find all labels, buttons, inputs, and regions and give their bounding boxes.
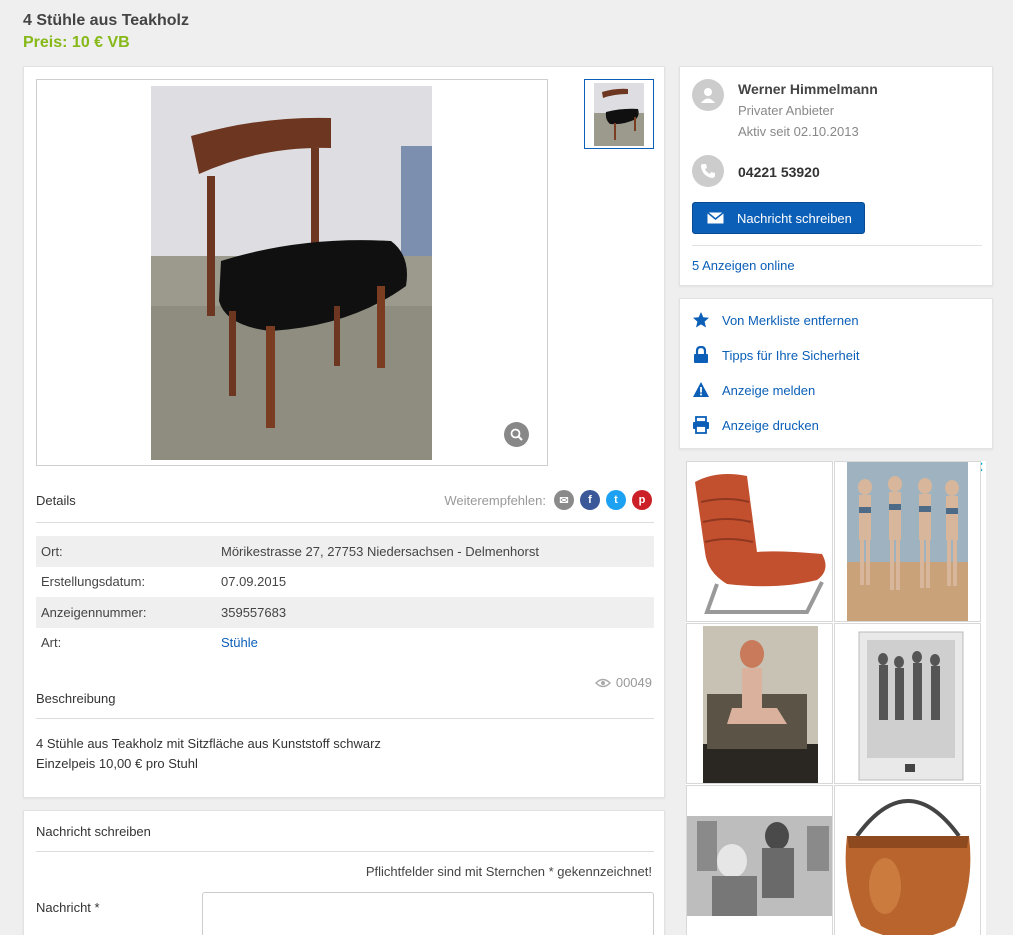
details-table: Ort: Mörikestrasse 27, 27753 Niedersachs… (36, 536, 654, 658)
divider (692, 245, 982, 246)
category-link[interactable]: Stühle (221, 635, 258, 650)
view-counter: 00049 (594, 675, 652, 690)
ad-tile-painting-figures[interactable] (834, 461, 981, 622)
facebook-icon[interactable]: f (580, 490, 600, 510)
twitter-icon[interactable]: t (606, 490, 626, 510)
detail-key: Anzeigennummer: (41, 604, 147, 620)
message-form-card: Nachricht schreiben Pflichtfelder sind m… (23, 810, 665, 935)
seller-active-since: Aktiv seit 02.10.2013 (738, 124, 859, 139)
action-remove-watchlist[interactable]: Von Merkliste entfernen (692, 311, 859, 329)
view-count: 00049 (615, 675, 652, 690)
detail-value: 359557683 (221, 604, 287, 620)
avatar-icon (692, 79, 724, 111)
ad-tile-copper-kettle[interactable] (834, 785, 981, 935)
share-bar: Weiterempfehlen: ✉ f t p (444, 490, 652, 510)
detail-row-location: Ort: Mörikestrasse 27, 27753 Niedersachs… (36, 536, 654, 567)
detail-key: Art: (41, 635, 62, 651)
image-thumbnail[interactable] (584, 79, 654, 149)
detail-key: Ort: (41, 543, 63, 559)
description-line: Einzelpeis 10,00 € pro Stuhl (36, 756, 198, 771)
divider (36, 851, 654, 852)
required-note: Pflichtfelder sind mit Sternchen * geken… (365, 864, 652, 879)
listing-price: Preis: 10 € VB (23, 34, 130, 51)
pinterest-icon[interactable]: p (632, 490, 652, 510)
action-label[interactable]: Von Merkliste entfernen (722, 313, 859, 328)
description-line: 4 Stühle aus Teakholz mit Sitzfläche aus… (36, 736, 381, 751)
action-safety-tips[interactable]: Tipps für Ihre Sicherheit (692, 346, 860, 364)
detail-key: Erstellungsdatum: (41, 574, 146, 590)
write-message-button[interactable]: Nachricht schreiben (692, 202, 865, 234)
email-icon[interactable]: ✉ (554, 490, 574, 510)
chair-photo (151, 86, 432, 460)
detail-row-category: Art: Stühle (36, 628, 654, 659)
divider (36, 718, 654, 719)
print-icon (692, 416, 710, 434)
detail-value: 07.09.2015 (221, 574, 287, 590)
seller-phone[interactable]: 04221 53920 (738, 164, 820, 180)
seller-ads-link[interactable]: 5 Anzeigen online (692, 258, 795, 273)
listing-title: 4 Stühle aus Teakholz (23, 12, 189, 29)
seller-type: Privater Anbieter (738, 103, 835, 118)
share-label: Weiterempfehlen: (444, 492, 546, 508)
action-label[interactable]: Tipps für Ihre Sicherheit (722, 348, 860, 363)
ad-tile-lounge-chair[interactable] (686, 461, 833, 622)
main-image[interactable] (36, 79, 548, 466)
zoom-icon[interactable] (504, 422, 529, 447)
star-icon (692, 311, 710, 329)
envelope-icon (707, 212, 724, 224)
eye-icon (594, 678, 611, 687)
divider (36, 522, 654, 523)
ad-tile-beach-photo[interactable] (686, 785, 833, 935)
ad-tile-photo-seated[interactable] (686, 623, 833, 784)
description-text: 4 Stühle aus Teakholz mit Sitzfläche aus… (36, 734, 381, 774)
action-label[interactable]: Anzeige drucken (722, 418, 819, 433)
write-message-label: Nachricht schreiben (737, 210, 852, 226)
listing-card: Details Weiterempfehlen: ✉ f t p Ort: Mö… (23, 66, 665, 798)
message-textarea[interactable] (202, 892, 654, 935)
warning-icon (692, 381, 710, 399)
detail-row-created: Erstellungsdatum: 07.09.2015 (36, 567, 654, 598)
ad-tile-poster-figures[interactable] (834, 623, 981, 784)
advertisement-grid: i ✕ (686, 459, 986, 935)
action-report-ad[interactable]: Anzeige melden (692, 381, 815, 399)
lock-icon (692, 346, 710, 364)
action-label[interactable]: Anzeige melden (722, 383, 815, 398)
seller-name: Werner Himmelmann (738, 81, 878, 97)
phone-icon (692, 155, 724, 187)
action-print-ad[interactable]: Anzeige drucken (692, 416, 819, 434)
description-heading: Beschreibung (36, 691, 116, 706)
message-form-heading: Nachricht schreiben (36, 824, 151, 839)
seller-card: Werner Himmelmann Privater Anbieter Akti… (679, 66, 993, 286)
message-label: Nachricht * (36, 900, 100, 915)
actions-card: Von Merkliste entfernen Tipps für Ihre S… (679, 298, 993, 449)
details-heading: Details (36, 493, 76, 508)
detail-row-ad-number: Anzeigennummer: 359557683 (36, 597, 654, 628)
detail-value: Mörikestrasse 27, 27753 Niedersachsen - … (221, 543, 539, 559)
